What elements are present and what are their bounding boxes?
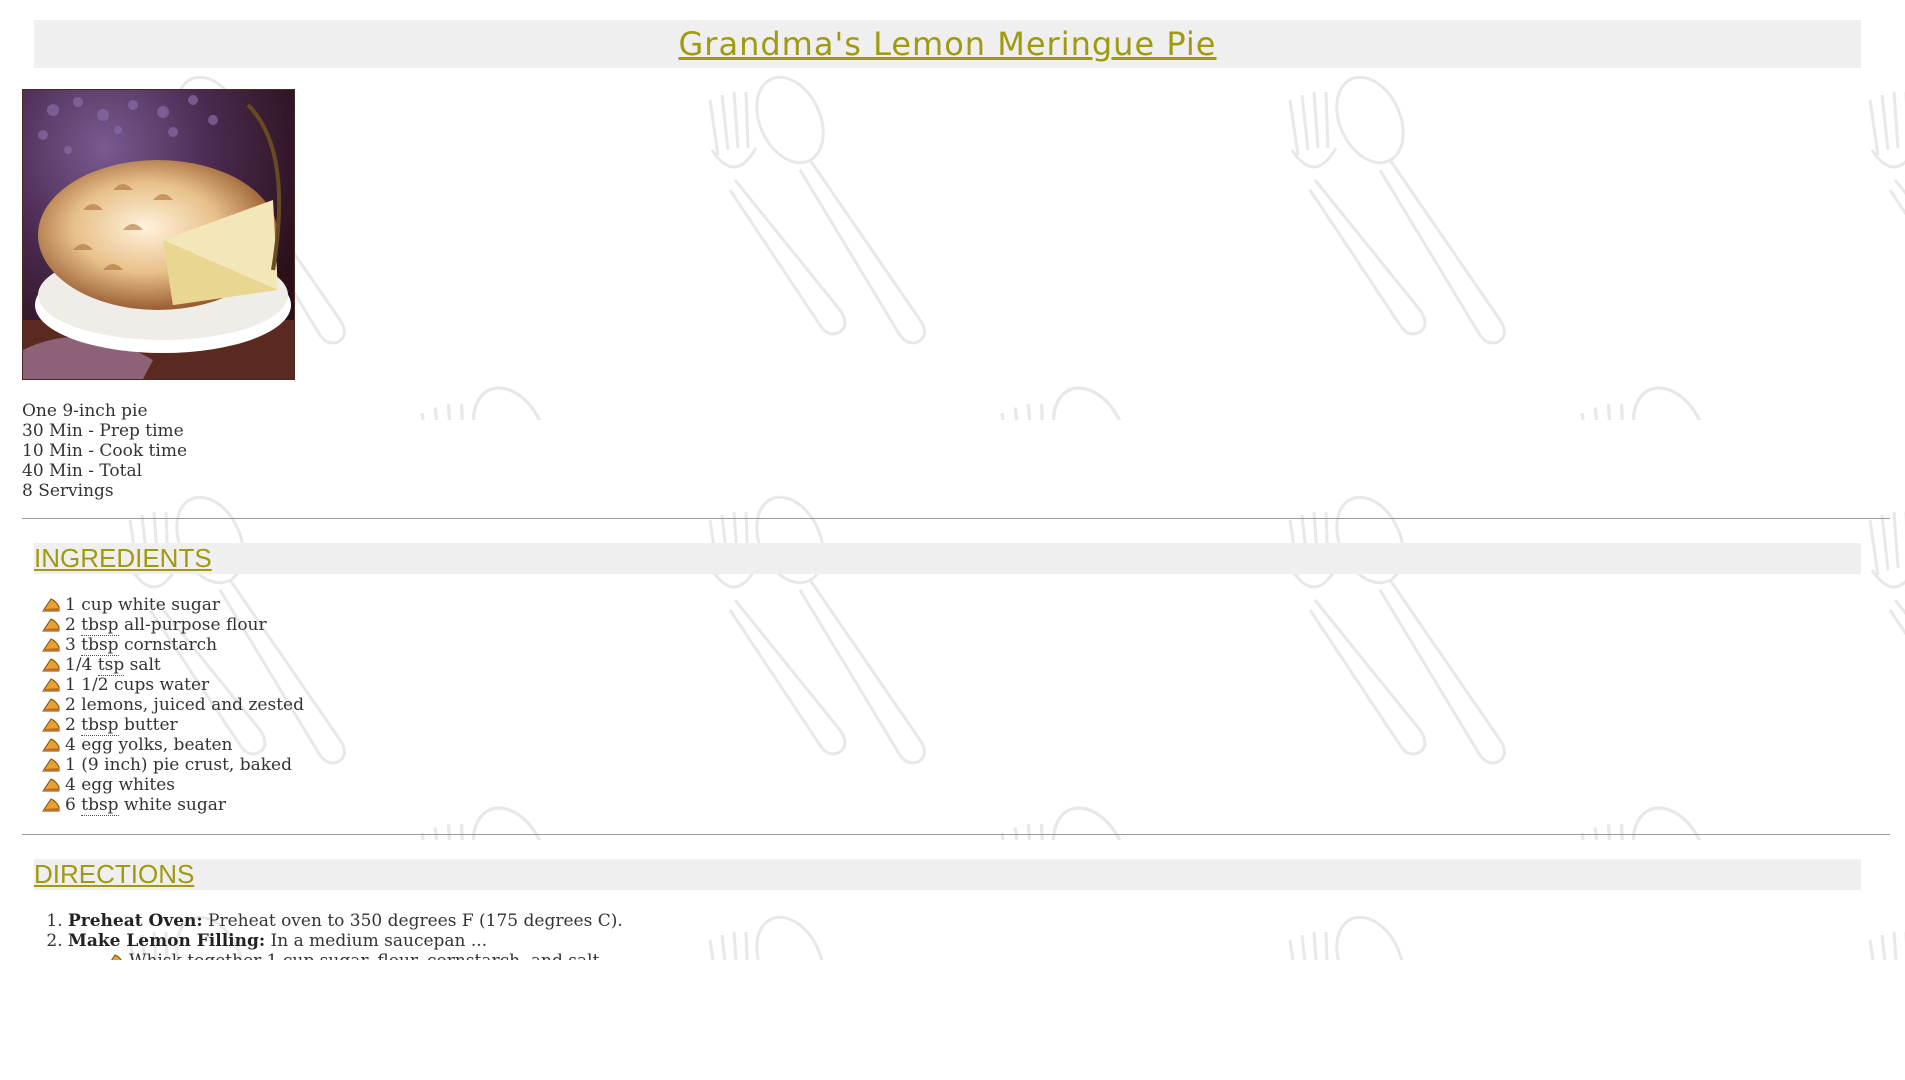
browser-viewport: Grandma's Lemon Meringue Pie One 9-inch …: [0, 0, 1905, 960]
direction-substep: Whisk together 1 cup sugar, flour, corns…: [106, 951, 1892, 960]
direction-step-label: Make Lemon Filling:: [68, 931, 266, 951]
ingredient-item: 1 (9 inch) pie crust, baked: [42, 755, 1892, 775]
directions-heading-link[interactable]: DIRECTIONS: [34, 859, 194, 889]
ingredient-post: cornstarch: [118, 635, 218, 655]
unit-abbreviation: tbsp: [81, 715, 119, 736]
ingredient-item: 4 egg yolks, beaten: [42, 735, 1892, 755]
recipe-content: Grandma's Lemon Meringue Pie One 9-inch …: [22, 20, 1892, 960]
ingredient-item: 2 tbsp all-purpose flour: [42, 615, 1892, 636]
ingredient-item: 1 cup white sugar: [42, 595, 1892, 615]
ingredient-text: 2 tbsp all-purpose flour: [65, 615, 267, 636]
ingredient-text: 4 egg yolks, beaten: [65, 735, 232, 755]
direction-step-text: Preheat oven to 350 degrees F (175 degre…: [202, 911, 623, 931]
prep-time-text: 30 Min - Prep time: [22, 421, 184, 441]
ingredients-list: 1 cup white sugar 2 tbsp all-purpose flou…: [42, 595, 1892, 816]
pie-slice-icon: [42, 598, 60, 612]
unit-abbreviation: tbsp: [81, 635, 119, 656]
recipe-title-link[interactable]: Grandma's Lemon Meringue Pie: [679, 25, 1217, 63]
ingredient-text: 1 (9 inch) pie crust, baked: [65, 755, 292, 775]
ingredient-post: butter: [118, 715, 178, 735]
ingredient-text: 1/4 tsp salt: [65, 655, 161, 676]
ingredient-pre: 2: [65, 715, 82, 735]
ingredient-item: 1/4 tsp salt: [42, 655, 1892, 676]
title-bar: Grandma's Lemon Meringue Pie: [34, 20, 1861, 68]
ingredient-item: 2 tbsp butter: [42, 715, 1892, 736]
ingredients-header-bar: INGREDIENTS: [34, 543, 1861, 574]
ingredient-text: 4 egg whites: [65, 775, 175, 795]
ingredient-item: 1 1/2 cups water: [42, 675, 1892, 695]
ingredients-heading-link[interactable]: INGREDIENTS: [34, 543, 212, 573]
total-time-text: 40 Min - Total: [22, 461, 143, 481]
direction-substep-text: Whisk together 1 cup sugar, flour, corns…: [129, 951, 605, 960]
directions-list: Preheat Oven: Preheat oven to 350 degree…: [22, 911, 1892, 960]
direction-step-label: Preheat Oven:: [68, 911, 203, 931]
ingredient-pre: 1 (9 inch) pie crust, baked: [65, 755, 292, 775]
ingredient-pre: 6: [65, 795, 82, 815]
pie-slice-icon: [42, 638, 60, 652]
ingredient-post: all-purpose flour: [118, 615, 267, 635]
pie-slice-icon: [42, 778, 60, 792]
ingredient-post: salt: [124, 655, 161, 675]
ingredient-item: 3 tbsp cornstarch: [42, 635, 1892, 656]
pie-slice-icon: [42, 798, 60, 812]
direction-step-text: In a medium saucepan ...: [265, 931, 488, 951]
ingredient-pre: 2 lemons, juiced and zested: [65, 695, 304, 715]
recipe-summary: One 9-inch pie 30 Min - Prep time 10 Min…: [22, 401, 1892, 501]
divider: [22, 834, 1890, 835]
cook-time-text: 10 Min - Cook time: [22, 441, 188, 461]
pie-slice-icon: [42, 718, 60, 732]
yield-text: One 9-inch pie: [22, 401, 148, 421]
pie-slice-icon: [42, 698, 60, 712]
ingredient-text: 1 1/2 cups water: [65, 675, 209, 695]
pie-photo: [22, 89, 295, 380]
pie-slice-icon: [42, 618, 60, 632]
ingredient-post: white sugar: [118, 795, 227, 815]
direction-step: Make Lemon Filling: In a medium saucepan…: [68, 931, 1892, 960]
pie-slice-icon: [111, 954, 122, 960]
ingredient-pre: 4 egg yolks, beaten: [65, 735, 233, 755]
ingredient-item: 6 tbsp white sugar: [42, 795, 1892, 816]
unit-abbreviation: tbsp: [81, 795, 119, 816]
ingredient-item: 4 egg whites: [42, 775, 1892, 795]
ingredient-pre: 2: [65, 615, 82, 635]
unit-abbreviation: tsp: [97, 655, 125, 676]
pie-slice-icon: [42, 738, 60, 752]
ingredient-pre: 3: [65, 635, 82, 655]
ingredient-pre: 1 1/2 cups water: [65, 675, 210, 695]
divider: [22, 518, 1890, 519]
ingredient-text: 1 cup white sugar: [65, 595, 220, 615]
pie-slice-icon: [42, 678, 60, 692]
ingredient-item: 2 lemons, juiced and zested: [42, 695, 1892, 715]
pie-slice-icon: [42, 758, 60, 772]
ingredient-text: 2 tbsp butter: [65, 715, 178, 736]
ingredient-pre: 1/4: [65, 655, 98, 675]
unit-abbreviation: tbsp: [81, 615, 119, 636]
ingredient-pre: 1 cup white sugar: [65, 595, 221, 615]
ingredient-text: 6 tbsp white sugar: [65, 795, 227, 816]
direction-substeps: Whisk together 1 cup sugar, flour, corns…: [68, 951, 1892, 960]
servings-text: 8 Servings: [22, 481, 114, 501]
ingredient-text: 3 tbsp cornstarch: [65, 635, 218, 656]
ingredient-text: 2 lemons, juiced and zested: [65, 695, 304, 715]
direction-step: Preheat Oven: Preheat oven to 350 degree…: [68, 911, 1892, 931]
directions-header-bar: DIRECTIONS: [34, 859, 1861, 890]
pie-slice-icon: [42, 658, 60, 672]
ingredient-pre: 4 egg whites: [65, 775, 176, 795]
